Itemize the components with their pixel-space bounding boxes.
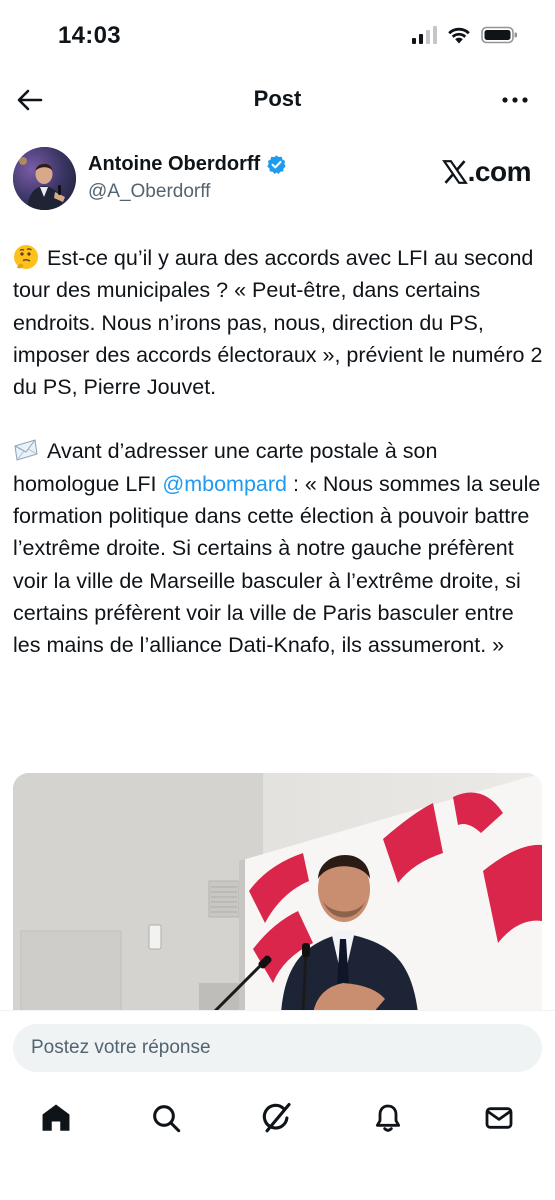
avatar[interactable] [13, 147, 76, 210]
tweet-paragraph-1: Est-ce qu’il y aura des accords avec LFI… [13, 242, 543, 403]
tweet-photo[interactable] [13, 773, 542, 1013]
tweet-paragraph-1-text: Est-ce qu’il y aura des accords avec LFI… [13, 246, 543, 400]
nav-messages[interactable] [479, 1098, 519, 1138]
tweet-paragraph-2: Avant d’adresser une carte postale à son… [13, 435, 543, 661]
more-options-button[interactable] [499, 86, 531, 114]
author-name[interactable]: Antoine Oberdorff [88, 153, 287, 176]
x-com-label: .com [467, 156, 532, 187]
status-time: 14:03 [58, 22, 121, 49]
more-horizontal-icon [502, 97, 528, 103]
battery-icon [481, 26, 517, 44]
author-row: Antoine Oberdorff @A_Oberdorff .com [0, 140, 555, 216]
tweet-text: Est-ce qu’il y aura des accords avec LFI… [13, 242, 543, 662]
tweet-paragraph-2-rest: : « Nous sommes la seule formation polit… [13, 471, 541, 658]
x-com-logo: .com [441, 156, 532, 188]
status-icons [412, 26, 519, 44]
search-icon [153, 1105, 181, 1133]
envelope-icon [14, 439, 38, 462]
author-name-text: Antoine Oberdorff [88, 153, 261, 175]
nav-grok[interactable] [257, 1098, 297, 1138]
reply-input[interactable] [13, 1024, 542, 1072]
nav-home[interactable] [36, 1098, 76, 1138]
nav-search[interactable] [146, 1098, 186, 1138]
verified-badge-icon [267, 155, 286, 175]
wifi-icon [448, 27, 470, 44]
thinking-face-icon [14, 245, 38, 269]
x-logo-icon [441, 160, 468, 184]
grok-icon [262, 1102, 291, 1133]
author-handle[interactable]: @A_Oberdorff [88, 181, 210, 203]
cellular-signal-icon [412, 26, 437, 44]
mention-link[interactable]: @mbompard [162, 472, 287, 496]
messages-icon [485, 1107, 513, 1129]
page-title: Post [253, 86, 302, 111]
notifications-icon [375, 1104, 401, 1132]
home-icon [42, 1104, 70, 1131]
bottom-navigation [0, 1088, 555, 1148]
post-header: Post [0, 72, 555, 128]
nav-notifications[interactable] [368, 1098, 408, 1138]
status-bar: 14:03 [0, 0, 555, 72]
reply-bar [0, 1010, 555, 1080]
